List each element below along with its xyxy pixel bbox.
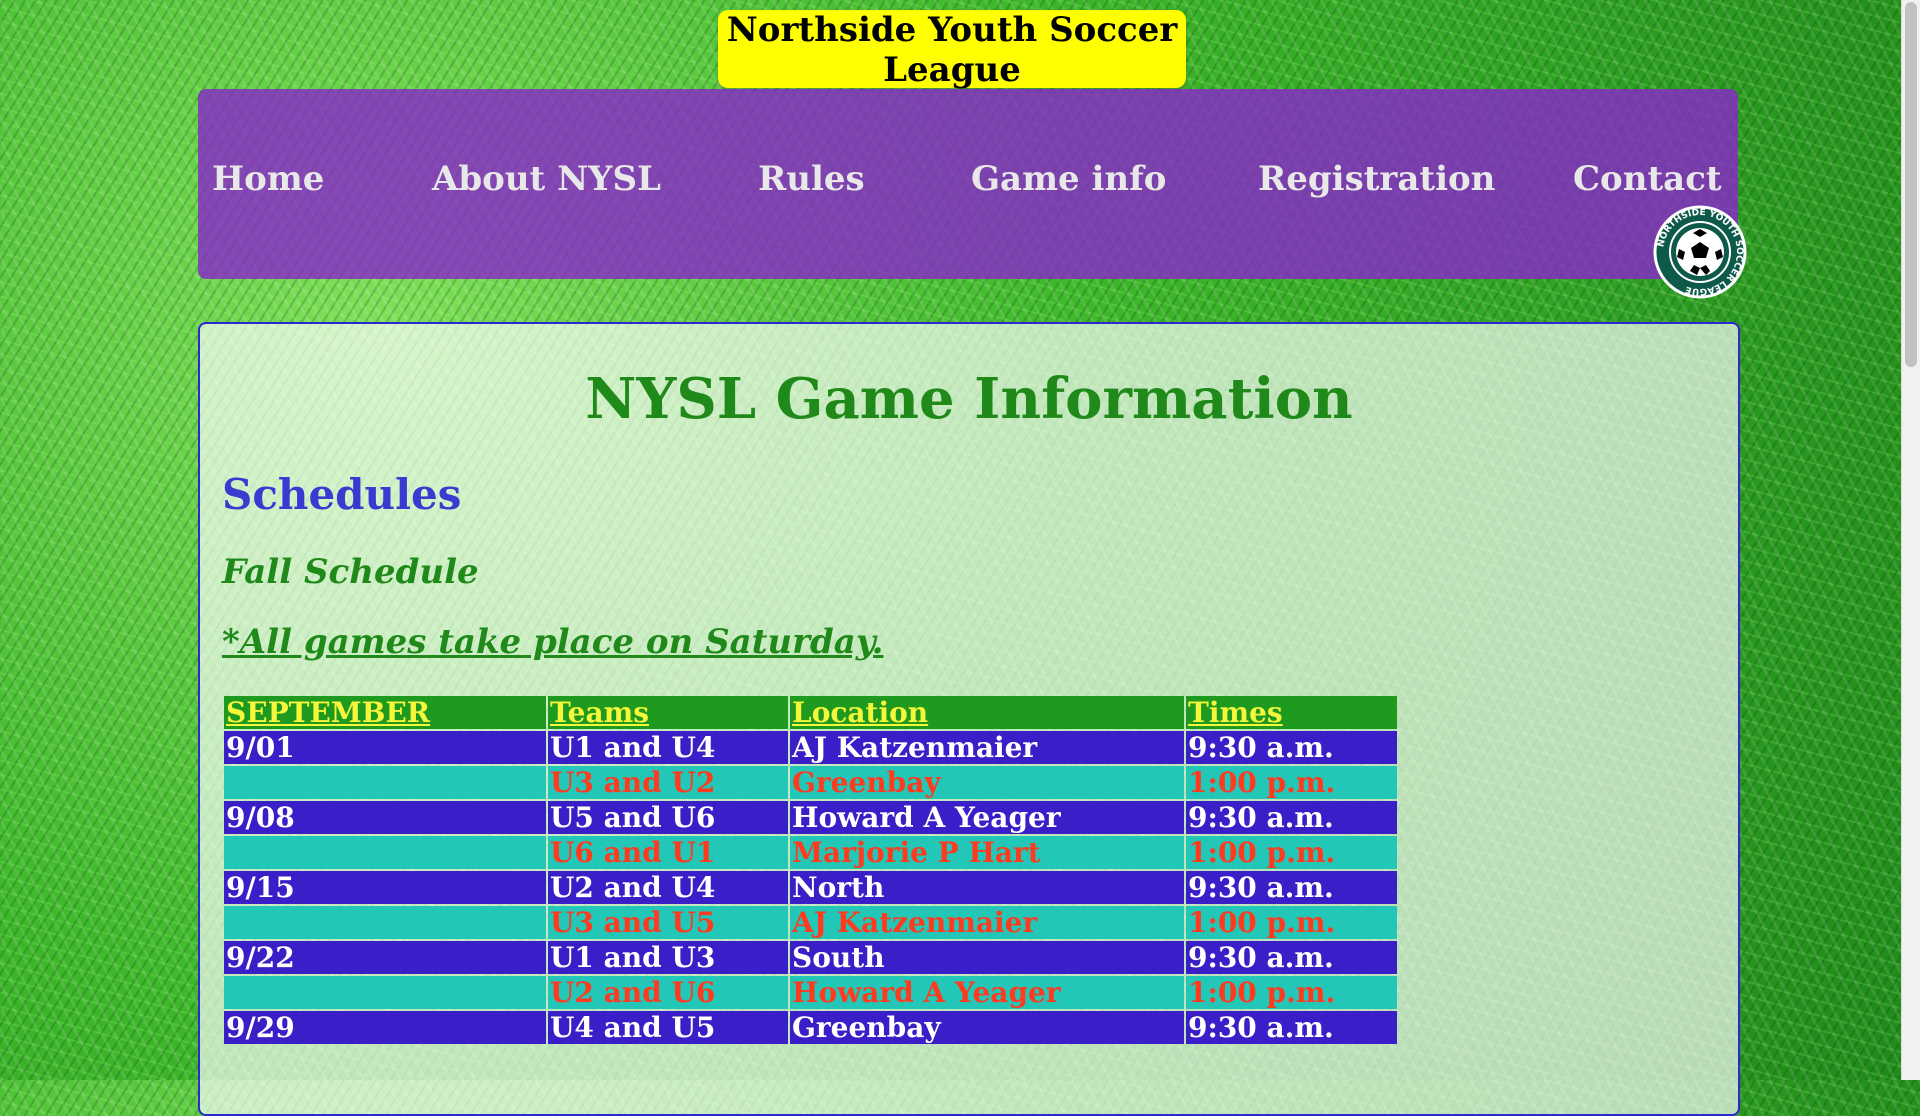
location-cell: AJ Katzenmaier [790,906,1184,939]
schedule-table: SEPTEMBER Teams Location Times 9/01 U1 a… [222,694,1399,1046]
column-header[interactable]: Times [1186,696,1397,729]
scrollbar-thumb[interactable] [1905,2,1917,367]
table-row: 9/01 U1 and U4 AJ Katzenmaier 9:30 a.m. [224,731,1397,764]
column-header[interactable]: Teams [548,696,788,729]
table-row: 9/15 U2 and U4 North 9:30 a.m. [224,871,1397,904]
location-cell: Marjorie P Hart [790,836,1184,869]
time-cell: 1:00 p.m. [1186,976,1397,1009]
main-nav: Home About NYSL Rules Game info Registra… [198,89,1738,279]
main-content: NYSL Game Information Schedules Fall Sch… [198,322,1740,1116]
league-title: Northside Youth Soccer League [726,10,1178,90]
league-logo: NORTHSIDE YOUTH SOCCER LEAGUE [1653,205,1747,299]
teams-cell: U1 and U3 [548,941,788,974]
date-cell [224,976,546,1009]
time-cell: 9:30 a.m. [1186,941,1397,974]
time-cell: 9:30 a.m. [1186,731,1397,764]
table-row: U3 and U2 Greenbay 1:00 p.m. [224,766,1397,799]
location-cell: South [790,941,1184,974]
teams-cell: U2 and U6 [548,976,788,1009]
nav-game-info[interactable]: Game info [971,159,1166,199]
page-title: NYSL Game Information [585,366,1353,432]
date-cell [224,906,546,939]
teams-cell: U5 and U6 [548,801,788,834]
time-cell: 1:00 p.m. [1186,766,1397,799]
teams-cell: U3 and U2 [548,766,788,799]
table-row: 9/08 U5 and U6 Howard A Yeager 9:30 a.m. [224,801,1397,834]
nav-about-nysl[interactable]: About NYSL [432,159,661,199]
table-header-row: SEPTEMBER Teams Location Times [224,696,1397,729]
nav-rules[interactable]: Rules [758,159,865,199]
time-cell: 9:30 a.m. [1186,871,1397,904]
time-cell: 9:30 a.m. [1186,801,1397,834]
league-title-banner: Northside Youth Soccer League [718,10,1186,90]
date-cell: 9/08 [224,801,546,834]
location-cell: Howard A Yeager [790,801,1184,834]
page-scrollbar[interactable] [1901,0,1920,1080]
schedule-subtitle: Fall Schedule [222,552,479,592]
nav-registration[interactable]: Registration [1258,159,1495,199]
schedule-note: *All games take place on Saturday. [222,622,884,662]
date-cell: 9/22 [224,941,546,974]
teams-cell: U4 and U5 [548,1011,788,1044]
soccer-ball-icon: NORTHSIDE YOUTH SOCCER LEAGUE [1653,205,1747,299]
table-row: 9/22 U1 and U3 South 9:30 a.m. [224,941,1397,974]
teams-cell: U6 and U1 [548,836,788,869]
date-cell [224,766,546,799]
table-row: U3 and U5 AJ Katzenmaier 1:00 p.m. [224,906,1397,939]
column-header[interactable]: Location [790,696,1184,729]
time-cell: 1:00 p.m. [1186,836,1397,869]
date-cell: 9/01 [224,731,546,764]
location-cell: Greenbay [790,766,1184,799]
location-cell: Howard A Yeager [790,976,1184,1009]
nav-home[interactable]: Home [212,159,324,199]
teams-cell: U3 and U5 [548,906,788,939]
teams-cell: U1 and U4 [548,731,788,764]
section-title: Schedules [222,470,462,519]
location-cell: North [790,871,1184,904]
date-cell: 9/15 [224,871,546,904]
table-row: 9/29 U4 and U5 Greenbay 9:30 a.m. [224,1011,1397,1044]
time-cell: 9:30 a.m. [1186,1011,1397,1044]
time-cell: 1:00 p.m. [1186,906,1397,939]
teams-cell: U2 and U4 [548,871,788,904]
location-cell: AJ Katzenmaier [790,731,1184,764]
date-cell: 9/29 [224,1011,546,1044]
date-cell [224,836,546,869]
table-row: U6 and U1 Marjorie P Hart 1:00 p.m. [224,836,1397,869]
nav-contact[interactable]: Contact [1573,159,1722,199]
table-row: U2 and U6 Howard A Yeager 1:00 p.m. [224,976,1397,1009]
column-header[interactable]: SEPTEMBER [224,696,546,729]
location-cell: Greenbay [790,1011,1184,1044]
